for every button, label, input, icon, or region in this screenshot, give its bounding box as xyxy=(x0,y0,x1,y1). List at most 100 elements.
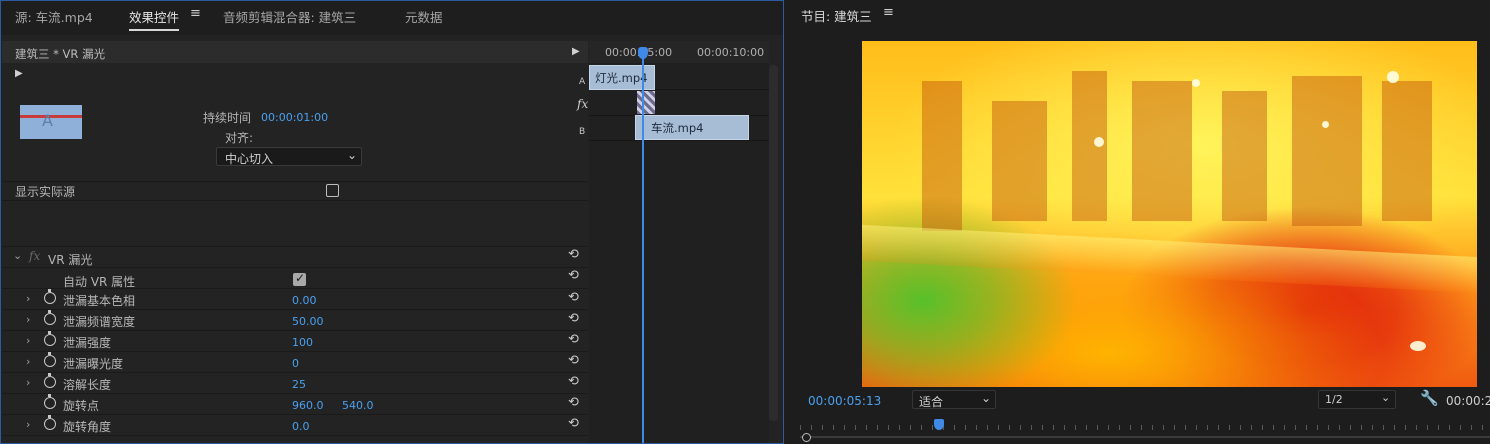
property-reset-icon[interactable]: ⟲ xyxy=(568,416,579,431)
property-name: 泄漏曝光度 xyxy=(63,357,124,371)
program-time-ruler[interactable] xyxy=(800,420,1490,430)
duration-label: 持续时间 xyxy=(203,111,252,125)
effect-collapse-icon[interactable]: ⌄ xyxy=(13,249,22,262)
align-dropdown[interactable]: 中心切入 ⌄ xyxy=(216,147,362,166)
align-label: 对齐: xyxy=(225,131,254,145)
duration-value[interactable]: 00:00:01:00 xyxy=(261,111,328,124)
property-value[interactable]: 960.0 xyxy=(292,399,324,412)
effect-controls-list: 建筑三 * VR 漏光 ▶ ▶ A 持续时间 00:00:01:00 对齐: 中… xyxy=(2,41,588,443)
ruler-timecode-10s: 00:00:10:00 xyxy=(697,46,765,59)
expand-icon[interactable]: › xyxy=(26,313,30,326)
tab-source[interactable]: 源: 车流.mp4 xyxy=(15,7,93,26)
fx-track-icon: fx xyxy=(577,97,589,111)
property-row[interactable]: › 旋转角度 0.0 ⟲ xyxy=(2,415,588,436)
tab-audio-clip-mixer[interactable]: 音频剪辑混合器: 建筑三 xyxy=(223,7,356,26)
property-reset-icon[interactable]: ⟲ xyxy=(568,311,579,326)
property-row[interactable]: 旋转点 960.0 540.0 ⟲ xyxy=(2,394,588,415)
expand-icon[interactable]: › xyxy=(26,292,30,305)
property-row[interactable]: › 溶解长度 25 ⟲ xyxy=(2,373,588,394)
property-value[interactable]: 0 xyxy=(292,357,299,370)
program-current-timecode[interactable]: 00:00:05:13 xyxy=(808,394,881,408)
clip-b-label: 车流.mp4 xyxy=(651,121,704,135)
chevron-down-icon: ⌄ xyxy=(347,148,358,162)
expand-icon[interactable]: › xyxy=(26,355,30,368)
property-reset-icon[interactable]: ⟲ xyxy=(568,332,579,347)
zoom-fit-dropdown[interactable]: 适合 ⌄ xyxy=(912,390,996,409)
chevron-down-icon: ⌄ xyxy=(1381,391,1391,404)
effect-name: VR 漏光 xyxy=(48,253,93,267)
property-name: 泄漏强度 xyxy=(63,336,112,350)
stopwatch-icon[interactable] xyxy=(44,352,56,367)
stopwatch-icon[interactable] xyxy=(44,310,56,325)
program-zoom-handle[interactable] xyxy=(802,433,811,442)
tab-metadata[interactable]: 元数据 xyxy=(405,7,443,26)
auto-vr-checkbox[interactable] xyxy=(293,271,306,286)
show-actual-source-label: 显示实际源 xyxy=(15,185,76,199)
zoom-fit-value: 适合 xyxy=(919,395,944,409)
transition-play-icon[interactable]: ▶ xyxy=(15,68,23,79)
property-name: 泄漏基本色相 xyxy=(63,294,136,308)
property-value[interactable]: 0.00 xyxy=(292,294,317,307)
expand-icon[interactable]: › xyxy=(26,376,30,389)
play-icon[interactable]: ▶ xyxy=(572,46,580,57)
clip-a-label: 灯光.mp4 xyxy=(595,71,648,85)
property-name: 旋转点 xyxy=(63,399,100,413)
show-actual-source-checkbox[interactable] xyxy=(326,184,339,197)
program-viewer[interactable] xyxy=(862,41,1477,387)
auto-vr-reset-icon[interactable]: ⟲ xyxy=(568,268,579,283)
property-reset-icon[interactable]: ⟲ xyxy=(568,353,579,368)
property-value[interactable]: 50.00 xyxy=(292,315,324,328)
property-value[interactable]: 25 xyxy=(292,378,306,391)
expand-icon[interactable]: › xyxy=(26,334,30,347)
stopwatch-icon[interactable] xyxy=(44,373,56,388)
transition-block[interactable] xyxy=(637,91,655,114)
tab-effect-controls[interactable]: 效果控件 xyxy=(129,7,180,31)
property-value[interactable]: 0.0 xyxy=(292,420,310,433)
property-row[interactable]: › 泄漏曝光度 0 ⟲ xyxy=(2,352,588,373)
vertical-scrollbar[interactable] xyxy=(769,65,778,421)
property-reset-icon[interactable]: ⟲ xyxy=(568,395,579,410)
property-row[interactable]: › 泄漏基本色相 0.00 ⟲ xyxy=(2,289,588,310)
program-zoom-scrollbar[interactable] xyxy=(800,436,1490,438)
clip-header: 建筑三 * VR 漏光 ▶ xyxy=(2,41,588,63)
track-a-label: A xyxy=(579,77,586,87)
effect-reset-icon[interactable]: ⟲ xyxy=(568,247,579,262)
mini-timeline-ruler[interactable]: 00:00:05:00 00:00:10:00 xyxy=(589,41,769,63)
align-value: 中心切入 xyxy=(225,152,274,166)
clip-a[interactable]: 灯光.mp4 xyxy=(589,65,655,90)
playhead-handle[interactable] xyxy=(638,47,648,59)
clip-title: 建筑三 * VR 漏光 xyxy=(15,47,106,61)
property-row[interactable]: › 泄漏频谱宽度 50.00 ⟲ xyxy=(2,310,588,331)
property-reset-icon[interactable]: ⟲ xyxy=(568,290,579,305)
program-monitor-title[interactable]: 节目: 建筑三 xyxy=(801,6,872,25)
settings-wrench-icon[interactable]: 🔧 xyxy=(1420,389,1439,407)
stopwatch-icon[interactable] xyxy=(44,331,56,346)
transition-thumbnail: A xyxy=(20,105,82,139)
program-duration-timecode: 00:00:2 xyxy=(1446,394,1490,408)
program-menu-icon[interactable]: ≡ xyxy=(883,5,894,20)
expand-icon[interactable]: › xyxy=(26,418,30,431)
property-name: 溶解长度 xyxy=(63,378,112,392)
panel-tab-bar: 源: 车流.mp4 效果控件 ≡ 音频剪辑混合器: 建筑三 元数据 xyxy=(1,1,783,35)
playback-resolution-value: 1/2 xyxy=(1325,393,1343,406)
property-row[interactable]: › 泄漏强度 100 ⟲ xyxy=(2,331,588,352)
playhead-line[interactable] xyxy=(642,49,644,443)
stopwatch-icon[interactable] xyxy=(44,394,56,409)
stopwatch-icon[interactable] xyxy=(44,415,56,430)
program-playhead[interactable] xyxy=(934,419,944,430)
property-name: 泄漏频谱宽度 xyxy=(63,315,136,329)
property-reset-icon[interactable]: ⟲ xyxy=(568,374,579,389)
program-monitor: 节目: 建筑三 ≡ 00:00:05:13 适合 ⌄ 1/2 ⌄ 🔧 00:00… xyxy=(788,0,1490,444)
fx-icon[interactable]: fx xyxy=(29,249,40,263)
property-value-2[interactable]: 540.0 xyxy=(342,399,374,412)
clip-b[interactable]: 车流.mp4 xyxy=(635,115,749,140)
property-name: 旋转角度 xyxy=(63,420,112,434)
chevron-down-icon: ⌄ xyxy=(981,391,992,405)
stopwatch-icon[interactable] xyxy=(44,289,56,304)
effect-controls-panel: 源: 车流.mp4 效果控件 ≡ 音频剪辑混合器: 建筑三 元数据 建筑三 * … xyxy=(0,0,784,444)
effect-mini-timeline[interactable]: 00:00:05:00 00:00:10:00 灯光.mp4 车流.mp4 xyxy=(589,41,769,443)
playback-resolution-dropdown[interactable]: 1/2 ⌄ xyxy=(1318,390,1396,409)
property-value[interactable]: 100 xyxy=(292,336,313,349)
panel-menu-icon[interactable]: ≡ xyxy=(190,6,201,21)
track-b-label: B xyxy=(579,127,586,137)
